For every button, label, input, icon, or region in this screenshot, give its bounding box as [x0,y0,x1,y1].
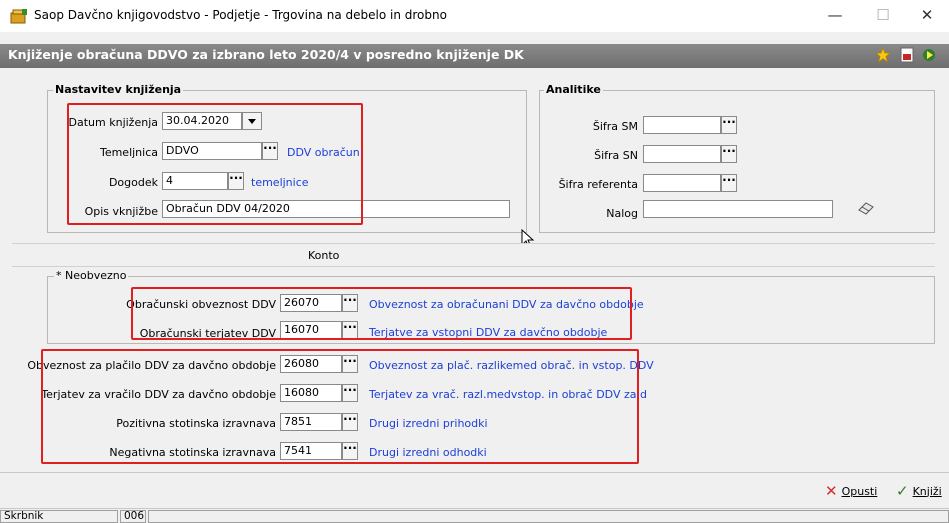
sifra-referenta-input[interactable] [643,174,721,192]
window-title: Saop Davčno knjigovodstvo - Podjetje - T… [34,8,447,22]
maximize-button[interactable]: ☐ [861,0,905,32]
sifra-referenta-browse-button[interactable]: ··· [721,174,737,192]
status-user: Skrbnik [0,510,118,523]
neobvezno-legend: * Neobvezno [54,269,129,282]
sifra-sm-label: Šifra SM [592,120,638,133]
highlight-box-neobvezno [131,287,632,340]
status-code: 006 [120,510,146,523]
highlight-box-nastavitev [67,103,363,225]
check-icon: ✓ [896,482,909,500]
konto-label: Konto [308,249,340,262]
analitike-legend: Analitike [544,83,603,96]
knjizi-label: Knjiži [912,484,942,498]
knjizi-button[interactable]: ✓ Knjiži [896,482,942,500]
form-title: Knjiženje obračuna DDVO za izbrano leto … [8,47,524,62]
status-empty [148,510,949,523]
sifra-sm-input[interactable] [643,116,721,134]
star-icon[interactable] [875,47,891,63]
sifra-sn-browse-button[interactable]: ··· [721,145,737,163]
pdf-icon[interactable] [899,47,915,63]
konto-bar [12,243,935,267]
sifra-sn-input[interactable] [643,145,721,163]
opusti-button[interactable]: ✕ Opusti [825,482,878,500]
sifra-sm-browse-button[interactable]: ··· [721,116,737,134]
minimize-button[interactable]: — [813,0,857,32]
sifra-referenta-label: Šifra referenta [558,178,638,191]
footer-divider [0,472,949,473]
cancel-x-icon: ✕ [825,482,838,500]
app-icon [10,9,27,24]
opusti-label: Opusti [841,484,878,498]
highlight-box-main [41,349,639,464]
run-icon[interactable] [921,47,937,63]
sifra-sn-label: Šifra SN [594,149,638,162]
nastavitev-legend: Nastavitev knjiženja [53,83,184,96]
close-button[interactable]: ✕ [905,0,949,32]
nalog-input[interactable] [643,200,833,218]
eraser-icon[interactable] [857,201,875,215]
nalog-label: Nalog [606,207,638,220]
